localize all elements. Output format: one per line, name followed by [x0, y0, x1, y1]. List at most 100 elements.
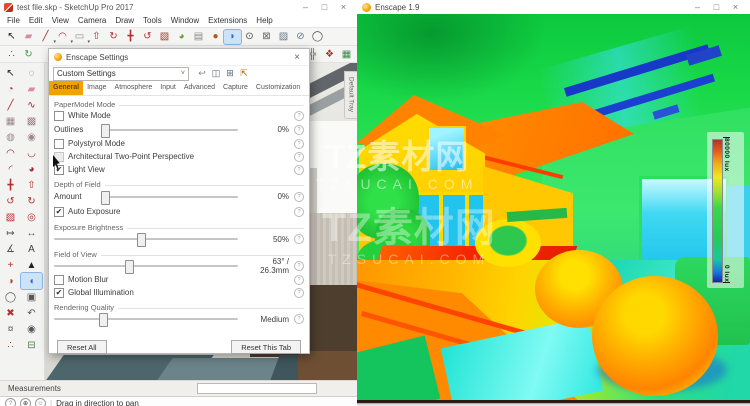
polygon-tool-icon[interactable]: ◉: [21, 129, 42, 145]
outlines-slider[interactable]: [100, 123, 238, 138]
help-icon[interactable]: ?: [294, 206, 304, 217]
text-tool-icon[interactable]: A: [21, 241, 42, 257]
slider-thumb[interactable]: [98, 313, 108, 327]
zoom-extents-tool-icon[interactable]: ✖: [0, 305, 21, 321]
export-preset-icon[interactable]: ⇱: [238, 68, 250, 80]
undo-preset-icon[interactable]: ↩: [196, 68, 208, 80]
eraser-tool-icon[interactable]: ▰: [20, 30, 37, 44]
slider-thumb[interactable]: [137, 233, 147, 247]
dialog-close-button[interactable]: ×: [290, 52, 304, 63]
back-edges-toggle-icon[interactable]: ▨: [275, 30, 292, 44]
amount-slider[interactable]: [100, 190, 238, 205]
push-pull-tool-icon[interactable]: ⇧: [88, 30, 105, 44]
help-icon[interactable]: ?: [294, 261, 304, 271]
follow-me-tool-icon[interactable]: ↻: [21, 193, 42, 209]
3d-text-tool-icon[interactable]: ▲: [21, 257, 42, 273]
close-button[interactable]: ×: [726, 0, 745, 14]
image-export-icon[interactable]: ▦: [338, 47, 355, 61]
line-tool-icon[interactable]: ╱: [0, 97, 21, 113]
global-illumination-checkbox[interactable]: ✔: [54, 287, 64, 298]
pan-tool-icon[interactable]: ◖: [20, 272, 43, 290]
circle-tool-icon[interactable]: ◍: [0, 129, 21, 145]
quality-slider[interactable]: [54, 313, 238, 327]
rectangle-tool-icon[interactable]: ▦: [0, 113, 21, 129]
tab-image[interactable]: Image: [83, 81, 110, 95]
menu-camera[interactable]: Camera: [78, 16, 106, 25]
minimize-button[interactable]: –: [296, 0, 315, 14]
section-plane-tool-icon[interactable]: ⊟: [21, 337, 42, 353]
styles-circle-icon[interactable]: ◯: [309, 30, 326, 44]
line-tool-icon[interactable]: ╱ ▾: [37, 30, 56, 45]
rectangle-tool-icon[interactable]: ▭ ▾: [71, 30, 90, 45]
geolocation-icon[interactable]: ⊕: [20, 398, 31, 406]
menu-tools[interactable]: Tools: [143, 16, 162, 25]
help-icon[interactable]: ?: [294, 287, 304, 298]
tab-advanced[interactable]: Advanced: [180, 81, 219, 95]
motion-blur-checkbox[interactable]: [54, 274, 64, 285]
follow-me-tool-icon[interactable]: ↻: [105, 30, 122, 44]
axes-tool-icon[interactable]: +: [0, 257, 21, 273]
white-mode-checkbox[interactable]: [54, 110, 64, 121]
menu-extensions[interactable]: Extensions: [208, 16, 247, 25]
protractor-tool-icon[interactable]: ∡: [0, 241, 21, 257]
slider-thumb[interactable]: [100, 190, 110, 205]
previous-view-tool-icon[interactable]: ↶: [21, 305, 42, 321]
tape-measure-tool-icon[interactable]: ↦: [0, 225, 21, 241]
offset-tool-icon[interactable]: ◎: [21, 209, 42, 225]
help-icon[interactable]: ?: [294, 151, 304, 162]
menu-draw[interactable]: Draw: [115, 16, 134, 25]
help-icon[interactable]: ?: [294, 138, 304, 149]
move-tool-icon[interactable]: ╋: [0, 177, 21, 193]
help-icon[interactable]: ?: [294, 164, 304, 175]
lasso-select-tool-icon[interactable]: ◌: [21, 65, 42, 81]
vegetation-icon[interactable]: ❖: [321, 47, 338, 61]
tab-capture[interactable]: Capture: [219, 81, 252, 95]
orbit-tool-icon[interactable]: ●: [207, 30, 224, 44]
tab-input[interactable]: Input: [156, 81, 180, 95]
paint-bucket-tool-icon[interactable]: ◔: [0, 81, 21, 97]
pan-tool-icon[interactable]: ◗: [223, 28, 242, 45]
text-tool-icon[interactable]: ▤: [190, 30, 207, 44]
enscape-sync-icon[interactable]: ↻: [20, 47, 37, 61]
help-icon[interactable]: ?: [5, 398, 16, 406]
look-around-tool-icon[interactable]: ◉: [21, 321, 42, 337]
help-icon[interactable]: ?: [294, 274, 304, 285]
help-icon[interactable]: ?: [294, 191, 304, 202]
select-tool-icon[interactable]: ↖: [0, 65, 21, 81]
menu-view[interactable]: View: [52, 16, 69, 25]
walk-tool-icon[interactable]: ∴: [0, 337, 21, 353]
zoom-window-tool-icon[interactable]: ▣: [21, 289, 42, 305]
position-camera-tool-icon[interactable]: ¤: [0, 321, 21, 337]
section-plane-toggle-icon[interactable]: ⊘: [292, 30, 309, 44]
orbit-tool-icon[interactable]: ◑: [0, 273, 21, 289]
zoom-tool-icon[interactable]: ⊙: [241, 30, 258, 44]
zoom-tool-icon[interactable]: ◯: [0, 289, 21, 305]
maximize-button[interactable]: □: [315, 0, 334, 14]
slider-thumb[interactable]: [100, 123, 110, 138]
rotated-rectangle-tool-icon[interactable]: ▩: [21, 113, 42, 129]
close-button[interactable]: ×: [334, 0, 353, 14]
zoom-extents-tool-icon[interactable]: ⊠: [258, 30, 275, 44]
help-icon[interactable]: ?: [294, 234, 304, 244]
eraser-tool-icon[interactable]: ▰: [21, 81, 42, 97]
arc-tool-icon[interactable]: ◠: [0, 145, 21, 161]
maximize-button[interactable]: □: [707, 0, 726, 14]
reset-all-button[interactable]: Reset All: [57, 340, 107, 354]
menu-window[interactable]: Window: [171, 16, 199, 25]
tab-customization[interactable]: Customization: [252, 81, 304, 95]
light-view-checkbox[interactable]: ✔: [54, 164, 64, 175]
paint-bucket-tool-icon[interactable]: ◕: [173, 30, 190, 44]
polystyrol-checkbox[interactable]: [54, 138, 64, 149]
move-tool-icon[interactable]: ╋: [122, 30, 139, 44]
measurements-input[interactable]: [197, 383, 317, 394]
arc-tool-icon[interactable]: ◠ ▾: [54, 30, 73, 45]
three-point-arc-tool-icon[interactable]: ◜: [0, 161, 21, 177]
save-preset-icon[interactable]: ◫: [210, 68, 222, 80]
scale-tool-icon[interactable]: ▧: [156, 30, 173, 44]
rotate-tool-icon[interactable]: ↺: [139, 30, 156, 44]
pie-tool-icon[interactable]: ◕: [21, 161, 42, 177]
freehand-tool-icon[interactable]: ∿: [21, 97, 42, 113]
menu-file[interactable]: File: [7, 16, 20, 25]
walk-tool-icon[interactable]: ∴: [3, 47, 20, 61]
dimension-tool-icon[interactable]: ↔: [21, 225, 42, 241]
